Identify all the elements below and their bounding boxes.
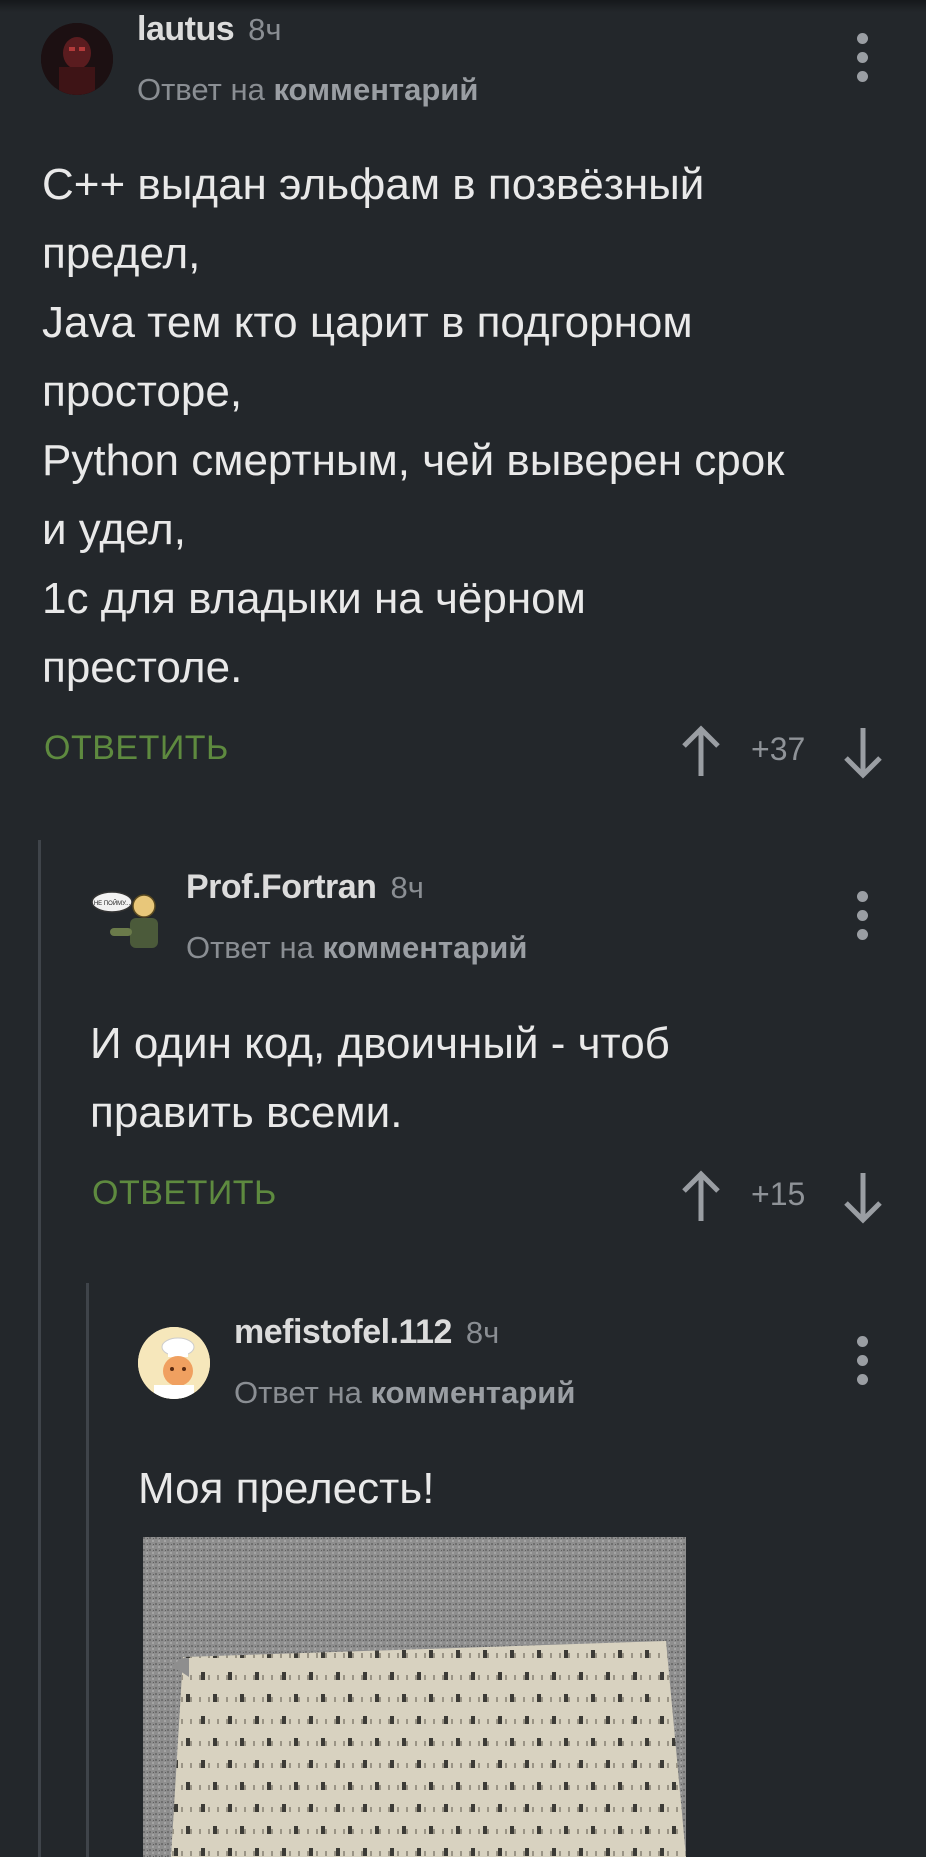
- punch-card-photo[interactable]: [143, 1537, 686, 1857]
- comment-text: С++ выдан эльфам в позвёзный предел, Jav…: [42, 160, 785, 692]
- thread-line-level-1[interactable]: [38, 840, 41, 1857]
- reply-to-prefix: Ответ на: [234, 1375, 362, 1410]
- kebab-menu-icon[interactable]: [843, 1331, 883, 1391]
- reply-to-link[interactable]: комментарий: [370, 1375, 575, 1410]
- kebab-menu-icon[interactable]: [843, 28, 883, 88]
- downvote-arrow-icon[interactable]: [842, 1169, 884, 1225]
- avatar-caption: НЕ ПОЙМУ...: [94, 899, 131, 907]
- avatar[interactable]: [41, 23, 113, 95]
- kebab-menu-icon[interactable]: [843, 886, 883, 946]
- author-name[interactable]: Prof.Fortran: [186, 868, 377, 907]
- author-name[interactable]: lautus: [137, 10, 235, 49]
- thread-line-level-2[interactable]: [86, 1283, 89, 1857]
- upvote-arrow-icon[interactable]: [680, 724, 722, 780]
- reply-to-line: Ответ на комментарий: [186, 930, 527, 966]
- vote-score: +37: [751, 731, 806, 767]
- downvote-arrow-icon[interactable]: [842, 724, 884, 780]
- comment-time: 8ч: [390, 870, 424, 905]
- author-name[interactable]: mefistofel.112: [234, 1313, 452, 1352]
- avatar[interactable]: [138, 1327, 210, 1399]
- reply-to-line: Ответ на комментарий: [234, 1375, 575, 1411]
- comment-time: 8ч: [248, 12, 282, 47]
- vote-score: +15: [751, 1176, 806, 1212]
- upvote-arrow-icon[interactable]: [680, 1169, 722, 1225]
- reply-button[interactable]: ОТВЕТИТЬ: [44, 729, 229, 768]
- reply-to-link[interactable]: комментарий: [273, 72, 478, 107]
- avatar[interactable]: НЕ ПОЙМУ...: [90, 880, 162, 952]
- comment-text: Моя прелесть!: [138, 1464, 435, 1513]
- reply-to-prefix: Ответ на: [137, 72, 265, 107]
- comment-time: 8ч: [465, 1315, 500, 1350]
- reply-to-prefix: Ответ на: [186, 930, 314, 965]
- comment-text: И один код, двоичный - чтоб править всем…: [90, 1019, 670, 1137]
- reply-to-link[interactable]: комментарий: [322, 930, 527, 965]
- reply-to-line: Ответ на комментарий: [137, 72, 478, 108]
- reply-button[interactable]: ОТВЕТИТЬ: [92, 1174, 277, 1213]
